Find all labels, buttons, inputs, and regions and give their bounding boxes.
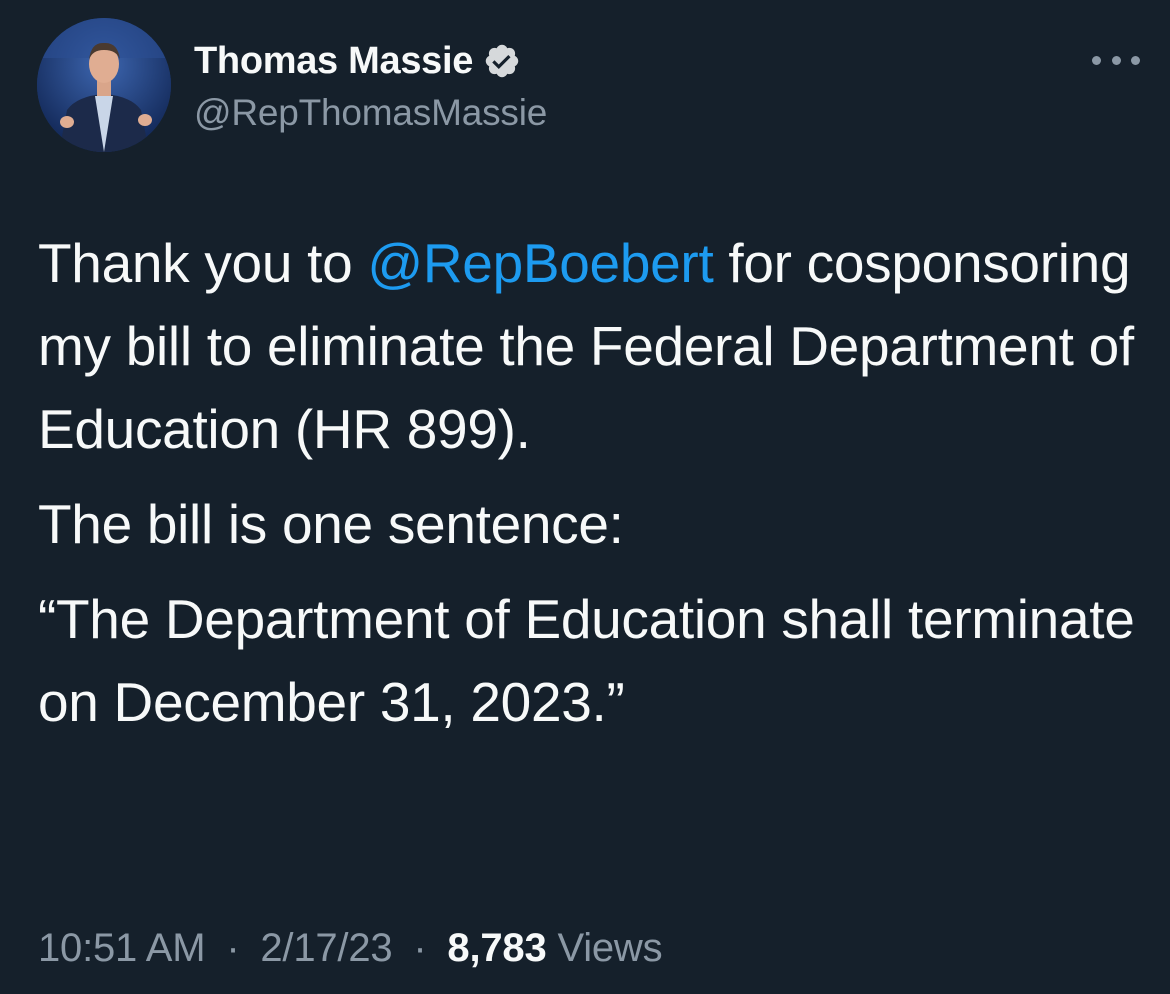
tweet-text-intro: Thank you to xyxy=(38,232,368,294)
more-dot xyxy=(1131,55,1140,65)
views-label[interactable]: Views xyxy=(557,926,662,970)
tweet-meta: 10:51 AM · 2/17/23 · 8,783 Views xyxy=(38,926,663,971)
avatar-image xyxy=(37,18,171,152)
tweet-paragraph-3: “The Department of Education shall termi… xyxy=(38,588,1135,733)
meta-separator: · xyxy=(413,926,427,970)
author-names: Thomas Massie @RepThomasMassie xyxy=(194,38,547,134)
verified-badge-icon xyxy=(483,42,521,80)
tweet-header: Thomas Massie @RepThomasMassie xyxy=(37,18,1140,158)
avatar[interactable] xyxy=(37,18,171,152)
tweet-time[interactable]: 10:51 AM xyxy=(38,926,206,970)
display-name-row: Thomas Massie xyxy=(194,38,547,84)
tweet-paragraph-1: Thank you to @RepBoebert for cosponsorin… xyxy=(38,222,1138,471)
more-horizontal-icon[interactable] xyxy=(1092,50,1140,70)
display-name[interactable]: Thomas Massie xyxy=(194,40,473,83)
tweet-paragraph-2: The bill is one sentence: xyxy=(38,493,624,555)
meta-separator: · xyxy=(226,926,240,970)
tweet-date[interactable]: 2/17/23 xyxy=(260,926,392,970)
more-dot xyxy=(1111,55,1121,65)
more-dot xyxy=(1092,55,1101,65)
author-handle[interactable]: @RepThomasMassie xyxy=(194,92,547,134)
views-count[interactable]: 8,783 xyxy=(447,926,546,970)
tweet-text: Thank you to @RepBoebert for cosponsorin… xyxy=(38,222,1138,744)
mention-link[interactable]: @RepBoebert xyxy=(367,232,713,294)
tweet: Thomas Massie @RepThomasMassie Thank you… xyxy=(0,0,1170,994)
